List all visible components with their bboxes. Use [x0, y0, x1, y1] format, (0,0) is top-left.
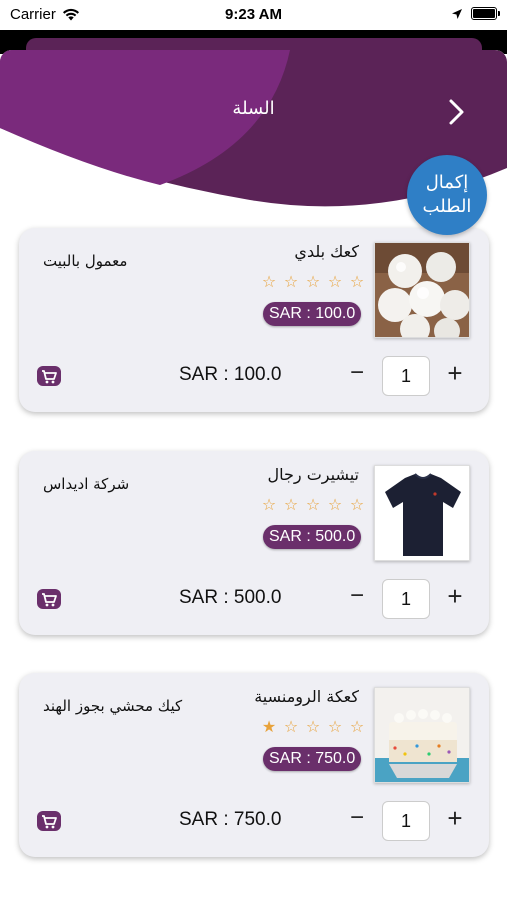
star-icon[interactable]: ☆ — [349, 495, 365, 514]
status-time: 9:23 AM — [225, 6, 282, 23]
cookies-image — [374, 242, 470, 338]
increase-quantity-button[interactable]: + — [441, 805, 469, 833]
quantity-input[interactable] — [382, 801, 430, 841]
tshirt-image — [374, 465, 470, 561]
increase-quantity-button[interactable]: + — [441, 583, 469, 611]
location-arrow-icon — [452, 8, 462, 19]
product-name: كعكة الرومنسية — [254, 687, 359, 706]
page-title: السلة — [232, 98, 275, 119]
status-right — [451, 7, 500, 20]
star-icon[interactable]: ☆ — [261, 495, 277, 514]
add-to-cart-icon[interactable] — [37, 366, 61, 386]
status-bar: Carrier 9:23 AM — [0, 0, 507, 30]
item-total: SAR : 500.0 — [179, 587, 282, 608]
decrease-quantity-button[interactable]: − — [345, 805, 369, 833]
item-total: SAR : 750.0 — [179, 809, 282, 830]
product-name: تيشيرت رجال — [267, 465, 359, 484]
star-icon[interactable]: ☆ — [261, 272, 277, 291]
quantity-input[interactable] — [382, 356, 430, 396]
decrease-quantity-button[interactable]: − — [345, 583, 369, 611]
price-badge: SAR : 100.0 — [263, 302, 362, 326]
item-total: SAR : 100.0 — [179, 364, 282, 385]
star-icon[interactable]: ☆ — [327, 495, 343, 514]
rating-stars[interactable]: ★ ☆ ☆ ☆ ☆ — [261, 717, 365, 736]
back-button[interactable] — [440, 96, 472, 128]
star-icon[interactable]: ☆ — [283, 717, 299, 736]
cart-item-card: تيشيرت رجال شركة اديداس ☆ ☆ ☆ ☆ ☆ SAR : … — [19, 451, 489, 635]
star-icon[interactable]: ☆ — [283, 272, 299, 291]
star-icon[interactable]: ☆ — [349, 272, 365, 291]
store-name: شركة اديداس — [43, 475, 130, 493]
star-icon[interactable]: ☆ — [349, 717, 365, 736]
checkout-label-line2: الطلب — [422, 196, 472, 217]
product-name: كعك بلدي — [294, 242, 359, 261]
chevron-right-icon — [449, 99, 464, 125]
star-icon[interactable]: ☆ — [283, 495, 299, 514]
checkout-label-line1: إكمال — [425, 172, 469, 193]
checkout-button[interactable]: إكمال الطلب — [407, 155, 487, 235]
add-to-cart-icon[interactable] — [37, 811, 61, 831]
star-icon[interactable]: ☆ — [305, 717, 321, 736]
cart-item-card: كعك بلدي معمول بالبيت ☆ ☆ ☆ ☆ ☆ SAR : 10… — [19, 228, 489, 412]
star-icon[interactable]: ☆ — [327, 272, 343, 291]
increase-quantity-button[interactable]: + — [441, 360, 469, 388]
battery-icon — [471, 7, 500, 20]
decrease-quantity-button[interactable]: − — [345, 360, 369, 388]
add-to-cart-icon[interactable] — [37, 589, 61, 609]
price-badge: SAR : 750.0 — [263, 747, 362, 771]
star-icon[interactable]: ★ — [261, 717, 277, 736]
cart-item-card: كعكة الرومنسية كيك محشي بجوز الهند ★ ☆ ☆… — [19, 673, 489, 857]
star-icon[interactable]: ☆ — [305, 495, 321, 514]
price-badge: SAR : 500.0 — [263, 525, 362, 549]
cake-image — [374, 687, 470, 783]
star-icon[interactable]: ☆ — [327, 717, 343, 736]
rating-stars[interactable]: ☆ ☆ ☆ ☆ ☆ — [261, 272, 365, 291]
quantity-input[interactable] — [382, 579, 430, 619]
store-name: كيك محشي بجوز الهند — [43, 697, 183, 715]
store-name: معمول بالبيت — [43, 252, 128, 270]
rating-stars[interactable]: ☆ ☆ ☆ ☆ ☆ — [261, 495, 365, 514]
star-icon[interactable]: ☆ — [305, 272, 321, 291]
